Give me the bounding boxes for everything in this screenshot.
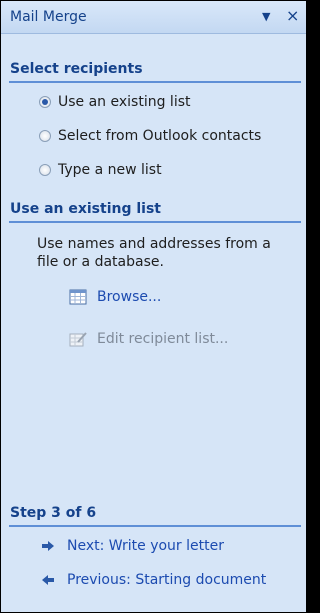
radio-use-existing-list[interactable]: Use an existing list [39,91,191,113]
browse-link[interactable]: Browse... [69,286,161,308]
radio-button[interactable] [39,130,51,142]
close-icon[interactable]: × [286,6,299,25]
arrow-right-icon [42,541,54,551]
radio-label: Use an existing list [58,94,191,110]
triangle-down-icon[interactable]: ▼ [262,10,270,23]
edit-list-icon [69,332,87,347]
radio-label: Select from Outlook contacts [58,128,262,144]
next-step-label: Next: Write your letter [67,538,224,554]
use-existing-list-heading: Use an existing list [9,199,301,223]
table-icon [69,289,87,305]
description-line: file or a database. [37,254,164,270]
previous-step-link[interactable]: Previous: Starting document [41,569,266,591]
edit-recipient-list-link[interactable]: Edit recipient list... [69,328,228,350]
mail-merge-pane: Mail Merge ▼ × Select recipients Use an … [0,0,307,613]
edit-recipient-list-label: Edit recipient list... [97,331,229,347]
browse-label: Browse... [97,289,162,305]
pane-titlebar: Mail Merge ▼ × [1,1,306,34]
radio-select-outlook-contacts[interactable]: Select from Outlook contacts [39,125,261,147]
radio-type-new-list[interactable]: Type a new list [39,159,162,181]
select-recipients-heading: Select recipients [9,59,301,83]
arrow-left-icon [42,575,54,585]
step-heading: Step 3 of 6 [9,503,301,527]
previous-step-label: Previous: Starting document [67,572,267,588]
pane-title: Mail Merge [10,9,87,25]
radio-button[interactable] [39,164,51,176]
radio-label: Type a new list [58,162,162,178]
radio-button-selected[interactable] [39,96,51,108]
next-step-link[interactable]: Next: Write your letter [41,535,224,557]
existing-list-description: Use names and addresses from a file or a… [37,235,299,271]
description-line: Use names and addresses from a [37,236,271,252]
